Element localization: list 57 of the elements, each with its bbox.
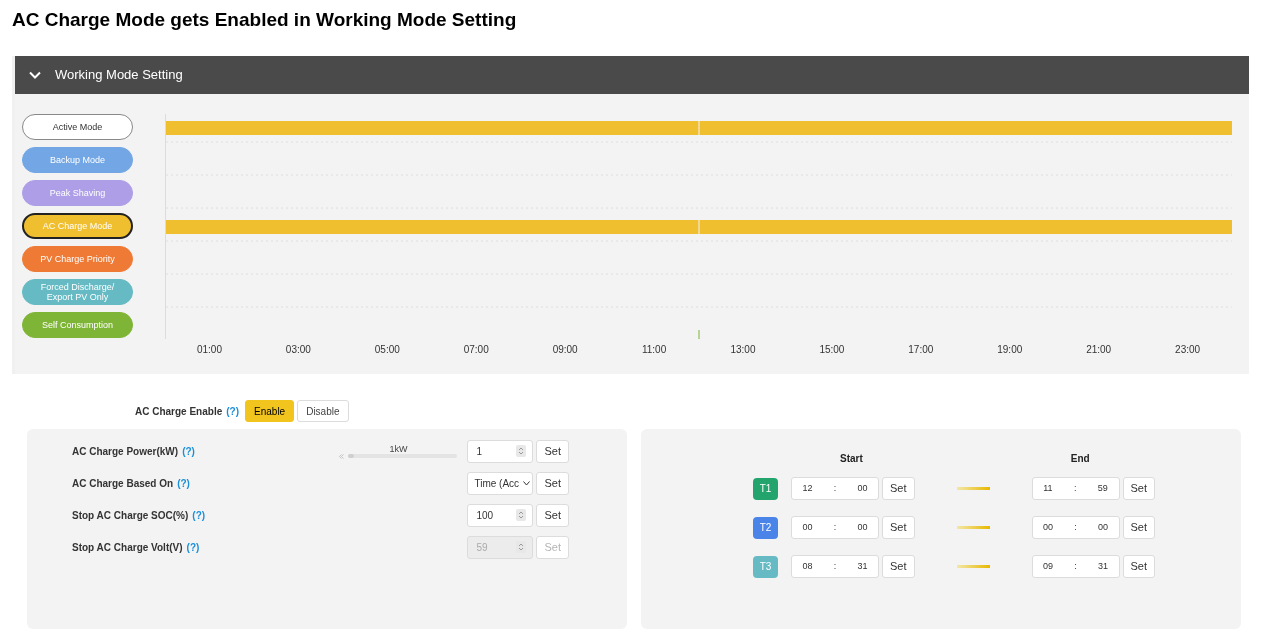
axis-label: 15:00 bbox=[818, 342, 846, 357]
set-button[interactable]: Set bbox=[1122, 555, 1156, 578]
column-heading: Start bbox=[840, 452, 863, 466]
set-button[interactable]: Set bbox=[536, 439, 569, 463]
range-line-icon bbox=[956, 526, 990, 529]
setting-label: Stop AC Charge Volt(V) bbox=[72, 541, 183, 553]
axis-label: 05:00 bbox=[373, 342, 401, 357]
time-field[interactable]: 08 : 31 bbox=[791, 555, 879, 578]
axis-label: 01:00 bbox=[195, 342, 223, 357]
chevron-down-icon bbox=[523, 480, 531, 486]
spinner-arrows-icon[interactable] bbox=[516, 445, 527, 457]
time-field[interactable]: 09 : 31 bbox=[1031, 555, 1120, 578]
setting-label: AC Charge Power(kW) bbox=[72, 445, 179, 457]
panel-title: Working Mode Setting bbox=[55, 66, 183, 85]
slider-fill[interactable] bbox=[348, 454, 354, 458]
set-button[interactable]: Set bbox=[882, 477, 915, 500]
number-field[interactable]: 100 bbox=[467, 503, 534, 527]
chevron-icon[interactable] bbox=[29, 71, 41, 79]
axis-label: 19:00 bbox=[996, 342, 1024, 357]
axis-label: 13:00 bbox=[729, 342, 757, 357]
number-field[interactable]: 1 bbox=[467, 439, 534, 463]
column-heading: End bbox=[1070, 452, 1090, 466]
axis-label: 23:00 bbox=[1174, 342, 1202, 357]
toggle-option[interactable]: Enable bbox=[245, 400, 295, 422]
time-field[interactable]: 00 : 00 bbox=[791, 516, 879, 539]
set-button[interactable]: Set bbox=[536, 503, 569, 527]
panel-header[interactable]: Working Mode Setting bbox=[15, 56, 1249, 94]
axis-label: 07:00 bbox=[462, 342, 490, 357]
period-tag: T2 bbox=[753, 516, 778, 539]
axis-label: 11:00 bbox=[640, 342, 668, 357]
period-tag: T1 bbox=[753, 477, 778, 500]
spinner-arrows-icon[interactable] bbox=[516, 509, 527, 521]
set-button[interactable]: Set bbox=[1122, 477, 1156, 500]
period-tag: T3 bbox=[753, 555, 778, 578]
set-button[interactable]: Set bbox=[882, 555, 915, 578]
setting-label: AC Charge Based On bbox=[72, 477, 174, 489]
axis-label: 09:00 bbox=[551, 342, 579, 357]
set-button[interactable]: Set bbox=[536, 471, 569, 495]
axis-label: 21:00 bbox=[1085, 342, 1113, 357]
time-field[interactable]: 00 : 00 bbox=[1031, 516, 1120, 539]
axis-label: 03:00 bbox=[284, 342, 312, 357]
select-field[interactable]: Time (Acc bbox=[467, 471, 534, 495]
help-link[interactable]: (?) bbox=[226, 405, 240, 417]
double-chevron-icon bbox=[339, 453, 345, 459]
time-field[interactable]: 11 : 59 bbox=[1031, 477, 1120, 500]
axis-label: 17:00 bbox=[907, 342, 935, 357]
toggle-option[interactable]: Disable bbox=[297, 400, 349, 422]
setting-label: AC Charge Enable (?) bbox=[135, 404, 240, 419]
mode-button[interactable]: Active Mode bbox=[22, 114, 133, 140]
set-button[interactable]: Set bbox=[1122, 516, 1156, 539]
set-button[interactable]: Set bbox=[882, 516, 915, 539]
range-line-icon bbox=[956, 487, 990, 490]
slider-reading: 1kW bbox=[389, 443, 408, 454]
setting-label: Stop AC Charge SOC(%) bbox=[72, 509, 189, 521]
time-field[interactable]: 12 : 00 bbox=[791, 477, 879, 500]
document-title: AC Charge Mode gets Enabled in Working Mode Setting bbox=[11, 8, 518, 32]
range-line-icon bbox=[956, 565, 990, 568]
